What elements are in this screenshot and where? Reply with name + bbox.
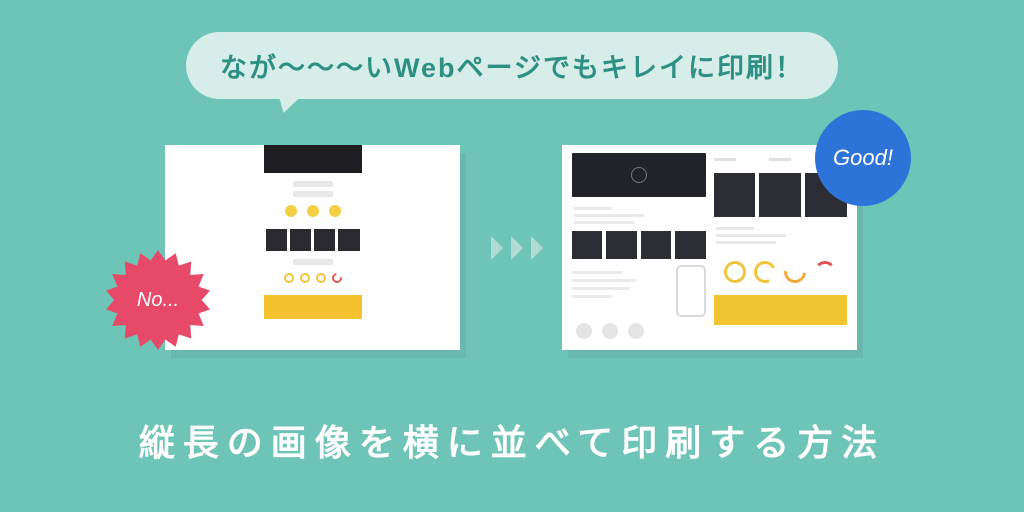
progress-ring-icon (814, 261, 836, 283)
mock-avatar-row (572, 323, 706, 342)
progress-ring-icon (751, 258, 779, 286)
chevron-right-icon (529, 236, 545, 260)
mock-text-block (572, 203, 706, 225)
chevron-right-icon (509, 236, 525, 260)
mock-progress-rings (714, 255, 848, 289)
arrow-sequence-icon (489, 236, 545, 260)
progress-ring-icon (724, 261, 746, 283)
mock-tile (714, 173, 756, 217)
mock-tile (641, 231, 671, 260)
mock-text-block (572, 265, 670, 317)
mock-ring (284, 273, 294, 283)
mock-ring-row (264, 269, 362, 287)
mock-feature-dots (264, 201, 362, 221)
mock-avatar (628, 323, 644, 339)
chevron-right-icon (489, 236, 505, 260)
mock-nav-item (714, 158, 736, 161)
mock-tile (572, 231, 602, 260)
phone-outline-icon (676, 265, 706, 317)
badge-good: Good! (815, 110, 911, 206)
mock-tile (266, 229, 287, 251)
example-panel-good (562, 145, 857, 350)
mock-spacer (264, 251, 362, 259)
mock-tile (290, 229, 311, 251)
mock-dot (307, 205, 319, 217)
mock-tile (314, 229, 335, 251)
mock-ring (300, 273, 310, 283)
mock-dark-tiles (264, 229, 362, 251)
mock-spacer (264, 287, 362, 295)
badge-no: No... (106, 248, 210, 352)
mock-hero-dark (572, 153, 706, 197)
mock-dark-tiles (572, 231, 706, 260)
mock-avatar (576, 323, 592, 339)
mock-column-left (572, 153, 706, 342)
mock-tile (759, 173, 801, 217)
mock-ring (316, 273, 326, 283)
mock-text-line (293, 259, 333, 265)
speech-bubble: なが〜〜〜いWebページでもキレイに印刷！ (186, 32, 838, 99)
mock-dot (285, 205, 297, 217)
mock-tile (606, 231, 636, 260)
mock-footer-yellow (714, 295, 848, 325)
mock-ring (330, 271, 344, 285)
progress-ring-icon (780, 257, 811, 288)
speech-bubble-text: なが〜〜〜いWebページでもキレイに印刷！ (220, 53, 804, 83)
mock-avatar (602, 323, 618, 339)
mock-hero-dark (264, 145, 362, 173)
longpage-mock (264, 145, 362, 319)
mock-text-line (293, 181, 333, 187)
mock-spacer (264, 173, 362, 181)
mock-text-line (293, 191, 333, 197)
mock-tile (338, 229, 359, 251)
twocol-layout-mock (562, 145, 857, 350)
page-title: 縦長の画像を横に並べて印刷する方法 (0, 414, 1024, 466)
mock-nav-item (769, 158, 791, 161)
mock-dot (329, 205, 341, 217)
mock-footer-yellow (264, 295, 362, 319)
mock-tile (675, 231, 705, 260)
mock-text-block (714, 223, 848, 249)
badge-no-label: No... (137, 289, 179, 312)
badge-good-label: Good! (833, 145, 893, 171)
mock-spacer (264, 221, 362, 229)
mock-phone-row (572, 265, 706, 317)
